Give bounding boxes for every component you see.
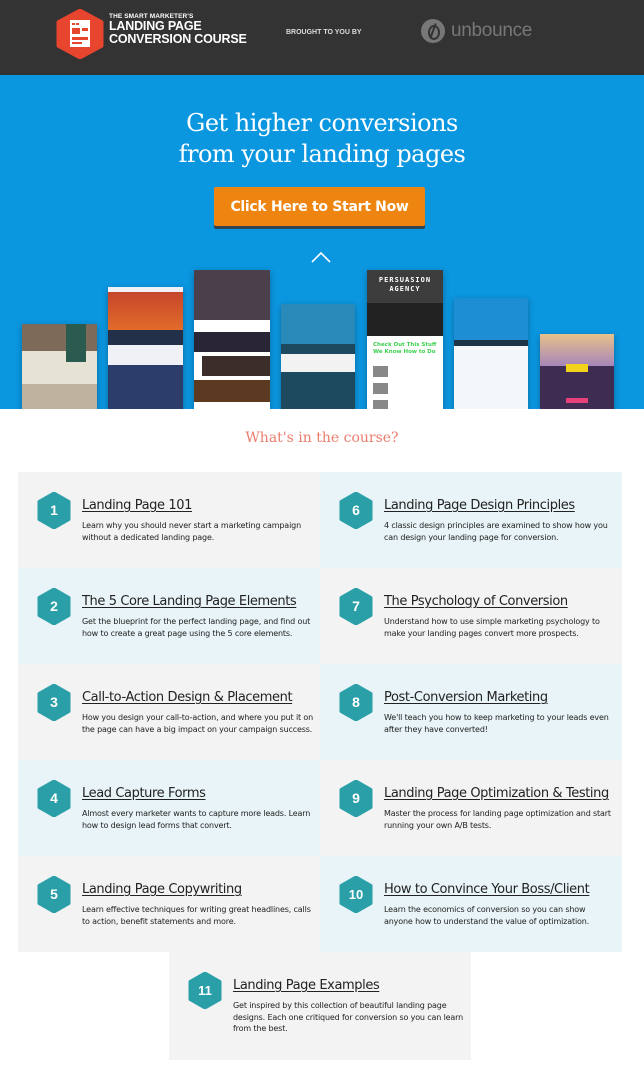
landing-page-thumbnail — [194, 270, 270, 409]
lesson-number: 3 — [50, 694, 58, 710]
brought-to-you-by-label: BROUGHT TO YOU BY — [286, 29, 362, 36]
lesson-title-link[interactable]: Call-to-Action Design & Placement — [82, 690, 293, 705]
hero-section: Get higher conversions from your landing… — [0, 75, 644, 409]
lesson-title-link[interactable]: The Psychology of Conversion — [384, 594, 568, 609]
lesson-card-5[interactable]: 5 Landing Page Copywriting Learn effecti… — [18, 856, 320, 952]
lesson-description: Get the blueprint for the perfect landin… — [82, 617, 311, 638]
hero-headline: Get higher conversions from your landing… — [0, 108, 644, 170]
lesson-title-link[interactable]: The 5 Core Landing Page Elements — [82, 594, 297, 609]
lesson-description: We'll teach you how to keep marketing to… — [384, 713, 609, 734]
lesson-description: Learn why you should never start a marke… — [82, 521, 301, 542]
lesson-title-link[interactable]: Landing Page Copywriting — [82, 882, 242, 897]
landing-page-thumbnail — [281, 304, 355, 409]
lesson-title-link[interactable]: Landing Page 101 — [82, 498, 192, 513]
lesson-number: 5 — [50, 886, 58, 902]
lesson-number: 8 — [352, 694, 360, 710]
chevron-up-icon[interactable] — [311, 248, 331, 263]
lesson-description: Master the process for landing page opti… — [384, 809, 611, 830]
thumbnail-persuasion-subtitle: Check Out This Stuff We Know How to Do — [373, 342, 437, 355]
lesson-number-badge: 2 — [37, 588, 71, 625]
lesson-number-badge: 10 — [339, 876, 373, 913]
course-logo-text[interactable]: THE SMART MARKETER'S LANDING PAGE CONVER… — [109, 13, 247, 46]
lesson-title-link[interactable]: Post-Conversion Marketing — [384, 690, 548, 705]
landing-page-thumbnail — [454, 298, 528, 409]
lesson-description: 4 classic design principles are examined… — [384, 521, 608, 542]
lesson-number-badge: 8 — [339, 684, 373, 721]
lesson-card-8[interactable]: 8 Post-Conversion Marketing We'll teach … — [320, 664, 622, 760]
lesson-number: 7 — [352, 598, 360, 614]
thumbnail-persuasion-title: PERSUASION AGENCY — [378, 276, 432, 293]
logo-title-line2: CONVERSION COURSE — [109, 32, 247, 46]
lesson-description: How you design your call-to-action, and … — [82, 713, 314, 734]
lesson-number: 1 — [50, 502, 58, 518]
lesson-number-badge: 9 — [339, 780, 373, 817]
lesson-card-11[interactable]: 11 Landing Page Examples Get inspired by… — [169, 952, 471, 1060]
lesson-description: Get inspired by this collection of beaut… — [233, 1001, 464, 1033]
lesson-number: 9 — [352, 790, 360, 806]
lesson-card-4[interactable]: 4 Lead Capture Forms Almost every market… — [18, 760, 320, 856]
lesson-card-6[interactable]: 6 Landing Page Design Principles 4 class… — [320, 472, 622, 568]
lesson-card-7[interactable]: 7 The Psychology of Conversion Understan… — [320, 568, 622, 664]
lesson-title-link[interactable]: Lead Capture Forms — [82, 786, 206, 801]
lesson-description: Learn the economics of conversion so you… — [384, 905, 590, 926]
landing-page-thumbnail: PERSUASION AGENCY Check Out This Stuff W… — [367, 270, 443, 409]
lesson-number-badge: 1 — [37, 492, 71, 529]
course-section-heading: What's in the course? — [245, 430, 399, 446]
lesson-card-3[interactable]: 3 Call-to-Action Design & Placement How … — [18, 664, 320, 760]
start-now-button[interactable]: Click Here to Start Now — [214, 187, 425, 226]
lesson-number-badge: 7 — [339, 588, 373, 625]
lesson-number-badge: 3 — [37, 684, 71, 721]
lesson-title-link[interactable]: Landing Page Examples — [233, 978, 380, 993]
lesson-card-10[interactable]: 10 How to Convince Your Boss/Client Lear… — [320, 856, 622, 952]
top-header: THE SMART MARKETER'S LANDING PAGE CONVER… — [0, 0, 644, 75]
hero-headline-line2: from your landing pages — [178, 140, 466, 168]
lesson-number: 6 — [352, 502, 360, 518]
unbounce-logo-icon — [421, 19, 445, 43]
lesson-card-1[interactable]: 1 Landing Page 101 Learn why you should … — [18, 472, 320, 568]
lesson-number: 4 — [50, 790, 58, 806]
lesson-description: Almost every marketer wants to capture m… — [82, 809, 311, 830]
course-logo-icon[interactable] — [56, 8, 104, 60]
unbounce-wordmark: unbounce — [451, 20, 533, 41]
lesson-title-link[interactable]: Landing Page Optimization & Testing — [384, 786, 609, 801]
lesson-description: Learn effective techniques for writing g… — [82, 905, 311, 926]
lesson-card-9[interactable]: 9 Landing Page Optimization & Testing Ma… — [320, 760, 622, 856]
lesson-number: 2 — [50, 598, 58, 614]
landing-page-thumbnail — [22, 324, 97, 409]
lesson-number-badge: 5 — [37, 876, 71, 913]
lesson-number-badge: 4 — [37, 780, 71, 817]
unbounce-logo[interactable]: unbounce — [421, 19, 532, 43]
landing-page-thumbnail — [540, 334, 614, 409]
lesson-number-badge: 6 — [339, 492, 373, 529]
lesson-title-link[interactable]: How to Convince Your Boss/Client — [384, 882, 590, 897]
lesson-number: 11 — [198, 983, 212, 998]
lesson-number: 10 — [348, 887, 364, 902]
landing-page-thumbnail — [108, 287, 183, 409]
lesson-description: Understand how to use simple marketing p… — [384, 617, 600, 638]
hero-headline-line1: Get higher conversions — [186, 109, 458, 137]
lesson-number-badge: 11 — [188, 972, 222, 1009]
lesson-card-2[interactable]: 2 The 5 Core Landing Page Elements Get t… — [18, 568, 320, 664]
lesson-title-link[interactable]: Landing Page Design Principles — [384, 498, 575, 513]
